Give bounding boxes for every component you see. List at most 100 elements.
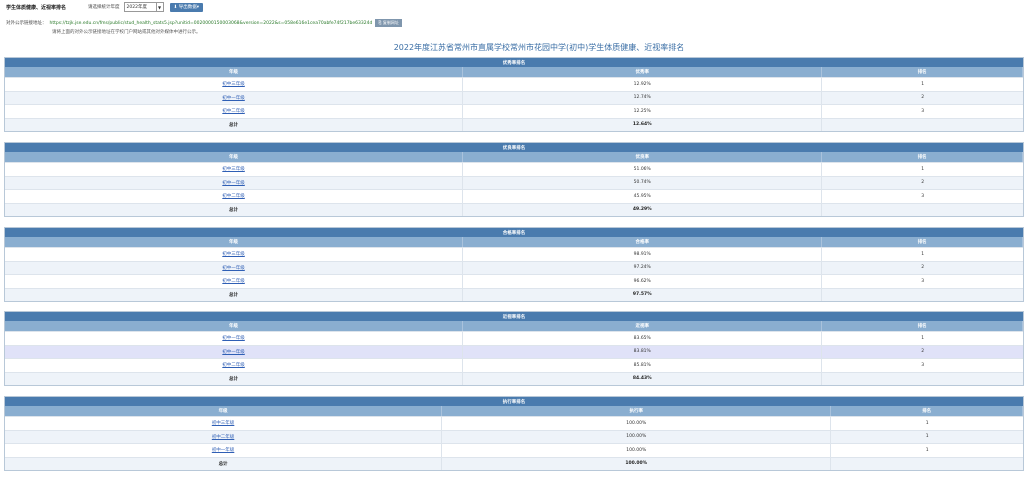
total-label: 总计 <box>5 288 464 301</box>
section-title: 执行率排名 <box>5 397 1023 406</box>
rank-value: 3 <box>921 108 925 114</box>
section-title: 近视率排名 <box>5 312 1023 321</box>
rate-value: 100.00% <box>442 430 832 443</box>
rate-value: 83.81% <box>463 345 823 358</box>
grade-link[interactable]: 初中一年级 <box>5 91 464 104</box>
header-rank: 排名 <box>822 321 1023 331</box>
header-grade: 年级 <box>5 237 464 247</box>
total-row: 总计 12.64% <box>5 117 1023 132</box>
rank-value: 1 <box>921 251 925 257</box>
table-row: 初中一年级 83.65% 1 <box>5 331 1023 345</box>
rate-value: 98.91% <box>463 248 823 261</box>
year-select-label: 请选择统计年度 <box>88 5 120 10</box>
table-row: 初中一年级 100.00% 1 <box>5 443 1023 457</box>
table-row: 初中三年级 98.91% 1 <box>5 247 1023 261</box>
table-row: 初中二年级 96.62% 3 <box>5 274 1023 288</box>
table-row: 初中三年级 100.00% 1 <box>5 416 1023 430</box>
table-header: 年级 执行率 排名 <box>5 406 1023 416</box>
table-row-highlighted: 初中一年级 83.81% 2 <box>5 344 1023 358</box>
rate-value: 51.06% <box>463 163 823 176</box>
grade-link[interactable]: 初中二年级 <box>5 190 464 203</box>
section-title: 优秀率排名 <box>5 58 1023 67</box>
total-label: 总计 <box>5 118 464 131</box>
rank-value: 1 <box>925 447 929 453</box>
total-row: 总计 49.29% <box>5 202 1023 216</box>
export-data-button[interactable]: ⬇ 导出数据▾ <box>169 2 203 12</box>
rank-value: 2 <box>921 95 925 101</box>
public-link-note: 请将上面的对外公示链接地址在学校门户网站或其他对外媒体中进行公示。 <box>52 30 201 35</box>
total-rate: 49.29% <box>463 203 823 216</box>
public-link-url[interactable]: https://tzjk.jse.edu.cn/fms/public/stud_… <box>50 21 373 26</box>
table-header: 年级 优良率 排名 <box>5 152 1023 162</box>
table-row: 初中三年级 51.06% 1 <box>5 162 1023 176</box>
table-row: 初中二年级 12.25% 3 <box>5 104 1023 118</box>
grade-link[interactable]: 初中二年级 <box>5 275 464 288</box>
grade-link[interactable]: 初中一年级 <box>5 261 464 274</box>
rate-value: 96.62% <box>463 275 823 288</box>
rank-value: 1 <box>925 434 929 440</box>
table-header: 年级 近视率 排名 <box>5 321 1023 331</box>
table-row: 初中三年级 12.92% 1 <box>5 77 1023 91</box>
header-rank: 排名 <box>831 406 1023 416</box>
grade-link[interactable]: 初中三年级 <box>5 78 464 91</box>
ranking-section-myopia: 近视率排名 年级 近视率 排名 初中一年级 83.65% 1 初中一年级 83.… <box>4 311 1024 386</box>
ranking-section-excellent: 优秀率排名 年级 优秀率 排名 初中三年级 12.92% 1 初中一年级 12.… <box>4 57 1024 132</box>
rate-value: 45.95% <box>463 190 823 203</box>
ranking-section-pass: 合格率排名 年级 合格率 排名 初中三年级 98.91% 1 初中一年级 97.… <box>4 227 1024 302</box>
grade-link[interactable]: 初中一年级 <box>5 332 464 345</box>
total-label: 总计 <box>5 457 443 470</box>
rank-value: 1 <box>921 335 925 341</box>
grade-link[interactable]: 初中三年级 <box>5 248 464 261</box>
header-grade: 年级 <box>5 321 464 331</box>
rate-value: 12.25% <box>463 105 823 118</box>
grade-link[interactable]: 初中一年级 <box>5 345 464 358</box>
rank-value: 2 <box>921 180 925 186</box>
public-link-label: 对外公示链接地址： <box>6 21 47 26</box>
year-select[interactable]: 2022年度 ▼ <box>123 2 164 12</box>
total-rate: 84.43% <box>463 372 823 385</box>
rate-value: 100.00% <box>442 417 832 430</box>
grade-link[interactable]: 初中一年级 <box>5 176 464 189</box>
top-toolbar: 学生体质健康、近视率排名 请选择统计年度 2022年度 ▼ ⬇ 导出数据▾ <box>0 0 1024 14</box>
copy-url-button[interactable]: ⎘ 复制网址 <box>375 19 402 27</box>
total-rate: 97.57% <box>463 288 823 301</box>
grade-link[interactable]: 初中一年级 <box>5 444 443 457</box>
rank-value: 1 <box>925 420 929 426</box>
chevron-down-icon: ▼ <box>155 3 163 11</box>
grade-link[interactable]: 初中三年级 <box>5 417 443 430</box>
rate-value: 97.24% <box>463 261 823 274</box>
section-title: 优良率排名 <box>5 143 1023 152</box>
total-rank <box>822 373 1023 386</box>
table-row: 初中二年级 85.81% 3 <box>5 358 1023 372</box>
rank-value: 3 <box>921 362 925 368</box>
rate-value: 12.92% <box>463 78 823 91</box>
header-grade: 年级 <box>5 406 443 416</box>
grade-link[interactable]: 初中二年级 <box>5 430 443 443</box>
rate-value: 100.00% <box>442 444 832 457</box>
grade-link[interactable]: 初中三年级 <box>5 163 464 176</box>
total-rank <box>822 119 1023 132</box>
ranking-section-good: 优良率排名 年级 优良率 排名 初中三年级 51.06% 1 初中一年级 50.… <box>4 142 1024 217</box>
rate-value: 85.81% <box>463 359 823 372</box>
header-rate: 执行率 <box>442 406 832 416</box>
table-row: 初中一年级 50.74% 2 <box>5 175 1023 189</box>
rank-value: 3 <box>921 193 925 199</box>
header-rank: 排名 <box>822 152 1023 162</box>
total-rate: 12.64% <box>463 118 823 131</box>
table-row: 初中二年级 100.00% 1 <box>5 429 1023 443</box>
header-rate: 近视率 <box>463 321 823 331</box>
table-header: 年级 优秀率 排名 <box>5 67 1023 77</box>
rank-value: 2 <box>921 265 925 271</box>
total-rate: 100.00% <box>442 457 832 470</box>
grade-link[interactable]: 初中二年级 <box>5 105 464 118</box>
total-rank <box>822 289 1023 302</box>
rate-value: 50.74% <box>463 176 823 189</box>
rank-value: 2 <box>921 349 925 355</box>
year-select-value: 2022年度 <box>126 5 147 10</box>
grade-link[interactable]: 初中二年级 <box>5 359 464 372</box>
rate-value: 83.65% <box>463 332 823 345</box>
header-rate: 优良率 <box>463 152 823 162</box>
header-rate: 合格率 <box>463 237 823 247</box>
rank-value: 1 <box>921 81 925 87</box>
table-header: 年级 合格率 排名 <box>5 237 1023 247</box>
